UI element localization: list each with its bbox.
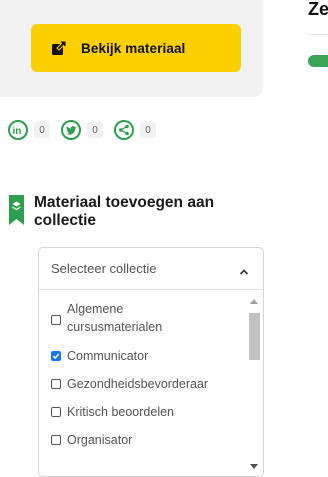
checkbox-unchecked[interactable] xyxy=(51,407,61,417)
share-bar: in 0 0 0 xyxy=(8,120,167,140)
linkedin-icon: in xyxy=(8,120,28,140)
collection-heading: Materiaal toevoegen aan collectie xyxy=(34,194,215,229)
checkbox-unchecked[interactable] xyxy=(51,315,61,325)
options-scrollbar[interactable] xyxy=(246,293,261,469)
external-link-icon xyxy=(51,40,67,56)
twitter-icon xyxy=(61,120,81,140)
collection-option-label: Communicator xyxy=(67,349,149,363)
collection-option-label: Kritisch beoordelen xyxy=(67,405,175,419)
share-generic[interactable]: 0 xyxy=(114,120,156,140)
chevron-up-icon xyxy=(239,264,249,275)
bookmark-icon xyxy=(9,195,24,225)
share-count: 0 xyxy=(140,122,156,138)
right-panel-divider xyxy=(308,34,328,35)
collection-option-label: Gezondheidsbevorderaar xyxy=(67,377,209,391)
collection-select-placeholder: Selecteer collectie xyxy=(51,261,157,276)
share-icon xyxy=(114,120,134,140)
scroll-up-arrow-icon[interactable] xyxy=(250,299,258,304)
svg-text:in: in xyxy=(13,126,22,136)
collection-option[interactable]: Communicator xyxy=(39,347,244,365)
collection-options-list: Algemene cursusmaterialen Communicator G… xyxy=(39,290,244,449)
view-material-label: Bekijk materiaal xyxy=(81,40,186,56)
collection-option[interactable]: Organisator xyxy=(39,431,244,449)
linkedin-count: 0 xyxy=(34,122,50,138)
share-linkedin[interactable]: in 0 xyxy=(8,120,50,140)
collection-select: Selecteer collectie Algemene cursusmater… xyxy=(38,247,264,477)
share-twitter[interactable]: 0 xyxy=(61,120,103,140)
material-card: Bekijk materiaal xyxy=(0,0,263,97)
checkbox-unchecked[interactable] xyxy=(51,435,61,445)
collection-header: Materiaal toevoegen aan collectie xyxy=(9,194,274,230)
checkbox-checked[interactable] xyxy=(51,351,61,361)
right-panel-badge xyxy=(308,55,328,67)
right-panel-title: Ze xyxy=(308,0,328,19)
collection-option-label: Algemene cursusmaterialen xyxy=(67,302,163,334)
scroll-down-arrow-icon[interactable] xyxy=(250,464,258,469)
collection-option[interactable]: Kritisch beoordelen xyxy=(39,403,244,421)
view-material-button[interactable]: Bekijk materiaal xyxy=(31,24,241,72)
checkbox-unchecked[interactable] xyxy=(51,379,61,389)
collection-option[interactable]: Gezondheidsbevorderaar xyxy=(39,375,244,393)
twitter-count: 0 xyxy=(87,122,103,138)
collection-option-label: Organisator xyxy=(67,433,133,447)
scrollbar-thumb[interactable] xyxy=(249,313,260,360)
collection-select-toggle[interactable]: Selecteer collectie xyxy=(39,248,263,290)
collection-option[interactable]: Algemene cursusmaterialen xyxy=(39,300,244,336)
